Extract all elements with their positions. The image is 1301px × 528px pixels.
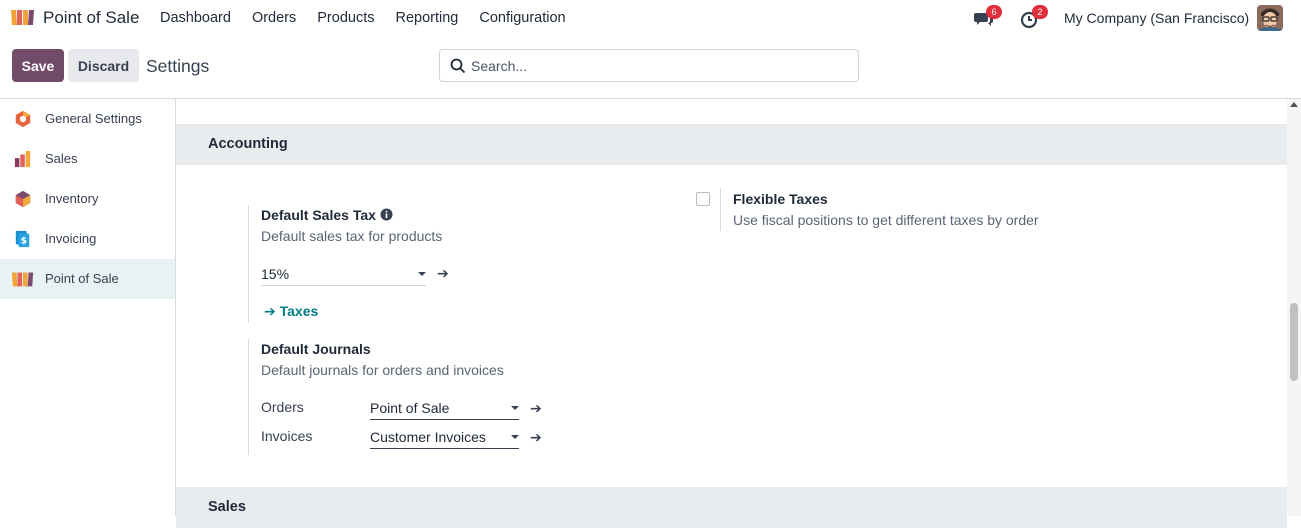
taxes-link[interactable]: ➔ Taxes [264,303,318,320]
section-header-accounting: Accounting [176,124,1287,165]
main-menu: Dashboard Orders Products Reporting Conf… [160,10,566,26]
search-input[interactable] [471,56,851,76]
menu-dashboard[interactable]: Dashboard [160,10,231,26]
chevron-down-icon [511,435,519,439]
activities-button[interactable]: 2 [1020,5,1048,34]
flexible-taxes-checkbox[interactable] [696,192,710,206]
menu-configuration[interactable]: Configuration [479,10,565,26]
taxes-link-label: Taxes [279,303,319,319]
open-orders-journal-arrow-icon[interactable]: ➔ [530,400,542,417]
section-title: Accounting [208,136,288,152]
discard-button[interactable]: Discard [68,49,139,82]
open-tax-arrow-icon[interactable]: ➔ [437,265,449,282]
sidebar-item-label: General Settings [45,111,142,126]
general-settings-icon [15,110,31,128]
invoices-journal-select[interactable]: Customer Invoices [370,427,519,449]
section-header-sales: Sales [176,487,1287,528]
vertical-scrollbar[interactable] [1287,99,1301,516]
flexible-taxes-description: Use fiscal positions to get different ta… [733,212,1039,228]
sidebar-item-label: Inventory [45,191,99,206]
point-of-sale-icon [11,272,34,287]
open-invoices-journal-arrow-icon[interactable]: ➔ [530,429,542,446]
sidebar-item-general-settings[interactable]: General Settings [0,99,175,139]
user-avatar[interactable] [1257,5,1283,31]
setting-divider [248,205,249,323]
menu-reporting[interactable]: Reporting [396,10,459,26]
page-title: Settings [146,56,210,76]
menu-orders[interactable]: Orders [252,10,296,26]
invoices-journal-label: Invoices [261,428,313,444]
search-box [439,49,859,82]
sidebar-item-invoicing[interactable]: $ Invoicing [0,219,175,259]
orders-journal-value: Point of Sale [370,400,450,416]
invoices-journal-value: Customer Invoices [370,429,486,445]
scroll-up-icon[interactable] [1290,102,1298,107]
company-switcher[interactable]: My Company (San Francisco) [1064,10,1249,26]
settings-sidebar: General Settings Sales Inventory $ Invoi… [0,99,176,516]
activities-count-badge: 2 [1032,5,1048,19]
invoicing-icon: $ [15,230,30,248]
sidebar-item-point-of-sale[interactable]: Point of Sale [0,259,175,299]
default-sales-tax-select[interactable]: 15% [261,264,426,286]
info-icon[interactable] [380,208,393,221]
chevron-down-icon [418,272,426,276]
arrow-right-icon: ➔ [264,303,280,319]
orders-journal-label: Orders [261,399,304,415]
search-icon [450,58,466,74]
control-panel-divider [0,98,1301,99]
top-navbar: Point of Sale Dashboard Orders Products … [0,0,1301,36]
setting-divider [720,188,721,231]
setting-divider [248,339,249,455]
scrollbar-thumb[interactable] [1290,303,1298,381]
messages-button[interactable]: 6 [974,5,1002,34]
default-sales-tax-value: 15% [261,266,290,282]
sidebar-item-inventory[interactable]: Inventory [0,179,175,219]
app-name[interactable]: Point of Sale [43,8,139,28]
sidebar-item-label: Point of Sale [45,271,119,286]
orders-journal-select[interactable]: Point of Sale [370,398,519,420]
save-button[interactable]: Save [12,49,64,82]
section-title: Sales [208,499,246,515]
svg-text:$: $ [21,237,27,247]
menu-products[interactable]: Products [317,10,374,26]
sales-icon [14,150,31,168]
default-sales-tax-description: Default sales tax for products [261,228,443,244]
sidebar-item-label: Sales [45,151,78,166]
point-of-sale-app-icon[interactable] [10,8,36,26]
messages-count-badge: 6 [986,5,1002,19]
flexible-taxes-title: Flexible Taxes [733,191,828,207]
sidebar-item-sales[interactable]: Sales [0,139,175,179]
default-sales-tax-title: Default Sales Tax [261,207,376,223]
chevron-down-icon [511,406,519,410]
sidebar-item-label: Invoicing [45,231,97,246]
default-journals-description: Default journals for orders and invoices [261,362,504,378]
inventory-icon [15,190,31,208]
default-journals-title: Default Journals [261,341,371,357]
avatar-image [1257,5,1283,31]
